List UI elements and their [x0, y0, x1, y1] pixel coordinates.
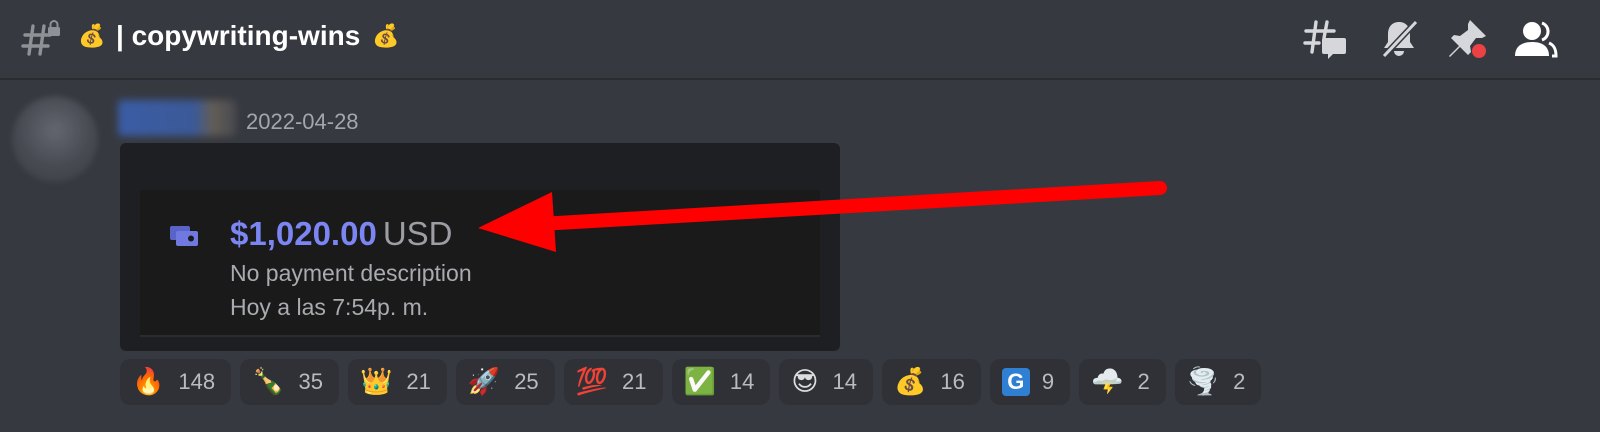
threads-icon[interactable] — [1302, 16, 1348, 62]
channel-name: | copywriting-wins — [116, 20, 361, 51]
sunglasses-emoji: 😎 — [791, 367, 819, 397]
reaction-champagne[interactable]: 🍾 35 — [240, 359, 339, 405]
reaction-count: 25 — [514, 369, 539, 394]
message-timestamp: 2022-04-28 — [246, 109, 359, 134]
champagne-emoji: 🍾 — [252, 367, 285, 397]
reaction-count: 14 — [729, 369, 755, 394]
reaction-crown[interactable]: 👑 21 — [347, 359, 447, 405]
reaction-count: 9 — [1041, 369, 1055, 394]
g-emoji: G — [1001, 368, 1030, 396]
amount-currency: USD — [382, 215, 453, 252]
reaction-lightning-cloud[interactable]: 🌩️ 2 — [1079, 359, 1166, 405]
reaction-count: 35 — [298, 369, 323, 394]
reaction-bar: 🔥 148 🍾 35 👑 21 🚀 25 💯 21 ✅ 14 😎 14 💰 16… — [120, 359, 1262, 405]
wallet-icon — [170, 226, 198, 246]
reaction-sunglasses[interactable]: 😎 14 — [779, 359, 873, 405]
money-bag-emoji: 💰 — [78, 24, 106, 49]
username-blurred[interactable] — [118, 100, 236, 136]
tornado-emoji: 🌪️ — [1186, 367, 1220, 397]
hundred-points-emoji: 💯 — [575, 367, 609, 397]
message-image-attachment[interactable]: $1,020.00 USD No payment description Hoy … — [120, 143, 840, 351]
money-bag-emoji: 💰 — [372, 24, 400, 49]
payment-description: No payment description — [230, 260, 472, 286]
reaction-check[interactable]: ✅ 14 — [671, 359, 771, 405]
avatar[interactable] — [12, 96, 98, 182]
payment-time: Hoy a las 7:54p. m. — [230, 294, 429, 320]
reaction-money-bag[interactable]: 💰 16 — [881, 359, 981, 405]
payment-amount: $1,020.00 USD — [230, 212, 453, 256]
money-bag-emoji: 💰 — [893, 367, 927, 397]
reaction-count: 21 — [622, 369, 647, 394]
text-channel-locked-icon — [21, 20, 60, 56]
notifications-muted-icon[interactable] — [1376, 16, 1422, 62]
lightning-cloud-emoji: 🌩️ — [1091, 367, 1124, 397]
payment-card: $1,020.00 USD No payment description Hoy … — [140, 190, 820, 337]
reaction-count: 2 — [1137, 369, 1150, 394]
fire-emoji: 🔥 — [132, 367, 165, 397]
reaction-count: 2 — [1233, 369, 1246, 394]
reaction-hundred[interactable]: 💯 21 — [563, 359, 663, 405]
reaction-rocket[interactable]: 🚀 25 — [455, 359, 555, 405]
reaction-tornado[interactable]: 🌪️ 2 — [1174, 359, 1262, 405]
reaction-count: 14 — [832, 369, 857, 394]
rocket-emoji: 🚀 — [467, 367, 501, 397]
check-mark-emoji: ✅ — [683, 367, 716, 397]
reaction-count: 148 — [178, 369, 216, 394]
amount-value: $1,020.00 — [230, 215, 377, 252]
member-list-icon[interactable] — [1512, 16, 1558, 62]
crown-emoji: 👑 — [359, 367, 393, 397]
channel-header: 💰 | copywriting-wins 💰 — [0, 0, 1600, 80]
reaction-count: 16 — [940, 369, 965, 394]
reaction-fire[interactable]: 🔥 148 — [120, 359, 232, 405]
notification-dot — [1472, 44, 1486, 58]
reaction-count: 21 — [406, 369, 431, 394]
pinned-messages-icon[interactable] — [1446, 16, 1492, 62]
reaction-g[interactable]: G 9 — [989, 359, 1071, 405]
